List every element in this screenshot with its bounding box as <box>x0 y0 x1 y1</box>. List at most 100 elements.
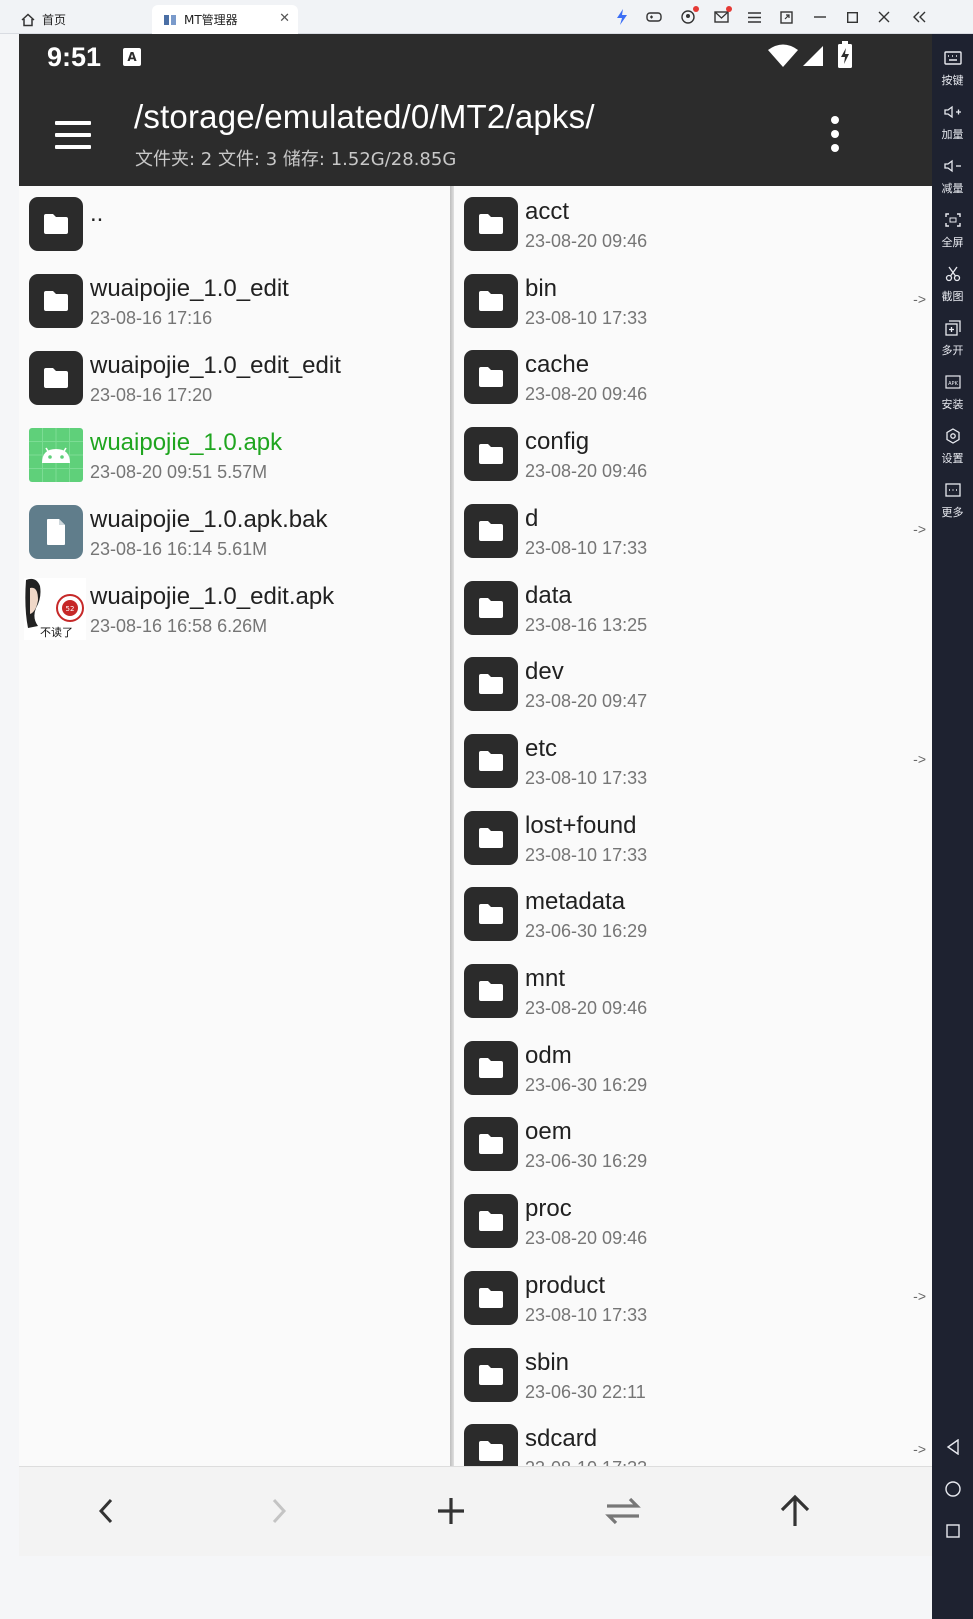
list-item[interactable]: sbin 23-06-30 22:11 <box>454 1337 932 1414</box>
list-item[interactable]: etc 23-08-10 17:33 -> <box>454 723 932 800</box>
svg-text:APK: APK <box>948 381 958 387</box>
list-item[interactable]: metadata 23-06-30 16:29 <box>454 876 932 953</box>
file-name: metadata <box>525 888 626 916</box>
list-item[interactable]: odm 23-06-30 16:29 <box>454 1030 932 1107</box>
multi-instance-icon <box>943 318 963 338</box>
window-mode-icon[interactable] <box>776 7 796 27</box>
folder-icon <box>464 580 518 635</box>
mt-app-icon <box>162 12 178 28</box>
parent-directory-button[interactable] <box>771 1489 819 1537</box>
list-item[interactable]: data 23-08-16 13:25 <box>454 570 932 647</box>
wifi-icon <box>767 44 799 72</box>
scissors-icon <box>943 264 963 284</box>
list-item[interactable]: config 23-08-20 09:46 <box>454 416 932 493</box>
file-name: mnt <box>525 965 566 992</box>
back-button[interactable] <box>82 1489 130 1537</box>
list-item[interactable]: product 23-08-10 17:33 -> <box>454 1260 932 1337</box>
sidebar-install-apk[interactable]: APK 安装 <box>932 366 973 418</box>
gamepad-icon[interactable] <box>644 7 664 27</box>
tab-home[interactable]: 首页 <box>10 5 150 34</box>
sidebar-settings-label: 设置 <box>941 452 964 465</box>
file-name: proc <box>525 1195 572 1223</box>
boost-icon[interactable] <box>612 7 632 27</box>
forward-button[interactable] <box>255 1489 303 1537</box>
symlink-indicator: -> <box>913 1441 926 1458</box>
list-item[interactable]: wuaipojie_1.0_edit 23-08-16 17:16 <box>19 263 450 340</box>
symlink-indicator: -> <box>913 1287 926 1304</box>
file-name: wuaipojie_1.0_edit_edit <box>90 352 341 379</box>
list-item[interactable]: cache 23-08-20 09:46 <box>454 339 932 416</box>
emulator-titlebar: 首页 MT管理器 ✕ <box>0 0 973 34</box>
navigation-area <box>19 1556 932 1619</box>
list-item[interactable]: 52 不读了 wuaipojie_1.0_edit.apk 23-08-16 1… <box>19 571 450 648</box>
overflow-menu-icon[interactable] <box>825 114 845 154</box>
sidebar-more-label: 更多 <box>941 506 964 519</box>
file-meta: 23-08-16 17:16 <box>90 308 213 328</box>
folder-icon <box>464 1270 518 1325</box>
folder-icon <box>464 1424 518 1466</box>
mail-icon[interactable] <box>711 6 732 27</box>
file-name: wuaipojie_1.0_edit <box>90 275 289 302</box>
sidebar-screenshot[interactable]: 截图 <box>932 258 973 310</box>
list-item[interactable]: mnt 23-08-20 09:46 <box>454 953 932 1030</box>
list-item[interactable]: dev 23-08-20 09:47 <box>454 646 932 723</box>
list-item[interactable]: sdcard 23-08-10 17:33 -> <box>454 1413 932 1466</box>
hamburger-menu-icon[interactable] <box>49 112 95 158</box>
battery-icon <box>837 41 853 73</box>
left-file-panel[interactable]: .. wuaipojie_1.0_edit 23-08-16 17:16 wua… <box>19 186 450 1466</box>
list-item[interactable]: bin 23-08-10 17:33 -> <box>454 263 932 340</box>
sidebar-multi-instance[interactable]: 多开 <box>932 312 973 364</box>
file-name: data <box>525 581 572 609</box>
list-item[interactable]: proc 23-08-20 09:46 <box>454 1183 932 1260</box>
file-meta: 23-08-20 09:46 <box>525 998 648 1018</box>
account-icon[interactable] <box>678 6 699 27</box>
list-item[interactable]: .. <box>19 186 450 263</box>
swap-panels-button[interactable] <box>599 1489 647 1537</box>
android-apk-icon <box>29 428 83 482</box>
right-file-panel[interactable]: acct 23-08-20 09:46 bin 23-08-10 17:33 -> cac… <box>454 186 932 1466</box>
phone-screen: 9:51 A /storage/emulated/0/MT2/apks/ 文件夹… <box>19 34 932 1619</box>
minimize-icon[interactable] <box>810 7 830 27</box>
android-back-icon[interactable] <box>942 1436 964 1458</box>
list-item[interactable]: oem 23-06-30 16:29 <box>454 1106 932 1183</box>
menu-icon[interactable] <box>744 7 764 27</box>
sidebar-screenshot-label: 截图 <box>941 290 964 303</box>
close-icon[interactable]: ✕ <box>279 11 290 26</box>
maximize-icon[interactable] <box>842 7 862 27</box>
more-icon <box>943 480 963 500</box>
folder-icon <box>464 1194 518 1249</box>
add-button[interactable] <box>427 1489 475 1537</box>
list-item[interactable]: wuaipojie_1.0.apk 23-08-20 09:51 5.57M <box>19 417 450 494</box>
svg-text:52: 52 <box>66 605 75 613</box>
current-path: /storage/emulated/0/MT2/apks/ <box>134 98 595 135</box>
list-item[interactable]: acct 23-08-20 09:46 <box>454 186 932 263</box>
sidebar-keymap[interactable]: 按键 <box>932 42 973 94</box>
file-meta: 23-08-10 17:33 <box>525 844 648 865</box>
sidebar-fullscreen[interactable]: 全屏 <box>932 204 973 256</box>
symlink-indicator: -> <box>913 520 926 537</box>
sidebar-volume-down[interactable]: 减量 <box>932 150 973 202</box>
sidebar-more[interactable]: 更多 <box>932 474 973 526</box>
sidebar-settings[interactable]: 设置 <box>932 420 973 472</box>
tab-mt-label: MT管理器 <box>184 13 238 27</box>
folder-icon <box>29 197 83 251</box>
file-meta: 23-08-10 17:33 <box>525 767 648 788</box>
file-meta: 23-08-10 17:33 <box>525 1304 648 1325</box>
list-item[interactable]: d 23-08-10 17:33 -> <box>454 493 932 570</box>
list-item[interactable]: wuaipojie_1.0_edit_edit 23-08-16 17:20 <box>19 340 450 417</box>
collapse-sidebar-icon[interactable] <box>910 7 930 27</box>
android-home-icon[interactable] <box>942 1478 964 1500</box>
volume-up-icon <box>943 102 963 122</box>
sidebar-volume-up[interactable]: 加量 <box>932 96 973 148</box>
folder-icon <box>464 273 518 328</box>
window-close-icon[interactable] <box>874 7 894 27</box>
status-bar: 9:51 A <box>19 34 932 84</box>
list-item[interactable]: lost+found 23-08-10 17:33 <box>454 800 932 877</box>
folder-icon <box>464 964 518 1018</box>
android-recents-icon[interactable] <box>942 1520 964 1542</box>
list-item[interactable]: wuaipojie_1.0.apk.bak 23-08-16 16:14 5.6… <box>19 494 450 571</box>
file-meta: 23-08-16 16:14 5.61M <box>90 539 268 559</box>
tab-mt-manager[interactable]: MT管理器 ✕ <box>152 5 298 34</box>
file-meta: 23-08-20 09:46 <box>525 461 648 482</box>
up-icon <box>778 1494 812 1532</box>
